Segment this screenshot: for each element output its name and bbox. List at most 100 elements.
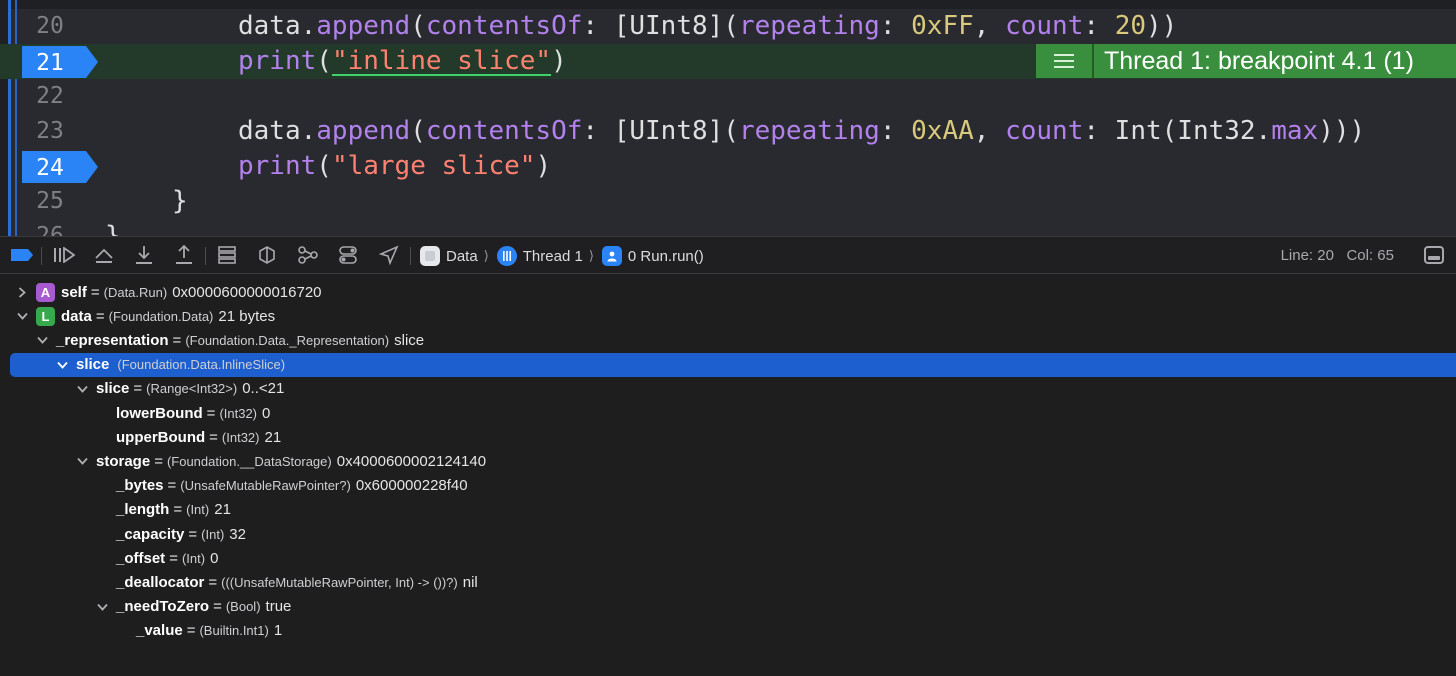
variable-row[interactable]: Aself = (Data.Run) 0x0000600000016720 <box>10 280 1454 304</box>
variable-row[interactable]: _offset = (Int) 0 <box>10 546 1456 570</box>
variable-value: 0..<21 <box>242 380 285 398</box>
variable-row[interactable]: lowerBound = (Int32) 0 <box>10 401 1456 425</box>
code-text: data.append(contentsOf: [UInt8](repeatin… <box>238 11 1177 41</box>
continue-icon[interactable] <box>52 244 76 266</box>
variable-row[interactable]: _representation = (Foundation.Data._Repres… <box>10 328 1456 352</box>
variable-type: (Foundation.__DataStorage) <box>166 453 332 469</box>
line-number: 25 <box>36 188 64 214</box>
variable-name: storage <box>96 452 151 470</box>
debug-view-hierarchy-icon[interactable] <box>215 244 239 266</box>
variable-value: 0 <box>210 549 219 567</box>
variable-name: _needToZero <box>116 598 210 616</box>
code-token: )) <box>1146 11 1178 41</box>
variable-row[interactable]: _length = (Int) 21 <box>10 498 1456 522</box>
code-line[interactable]: 22 <box>0 79 1456 114</box>
variable-type: (Int) <box>201 526 225 542</box>
line-number: 24 <box>36 155 64 181</box>
code-token: repeating <box>738 11 880 41</box>
variable-row[interactable]: _capacity = (Int) 32 <box>10 522 1456 546</box>
code-token: "large slice" <box>331 151 536 181</box>
code-token: ) <box>551 46 567 76</box>
variable-row[interactable]: _value = (Builtin.Int1) 1 <box>10 619 1456 643</box>
disclosure-down-icon[interactable] <box>16 312 28 321</box>
debug-bar: Data ⟩ Thread 1 ⟩ 0 Run.run() Line: 20 C… <box>0 236 1456 274</box>
variables-view[interactable]: Aself = (Data.Run) 0x0000600000016720 Ldata =… <box>0 274 1456 676</box>
code-token: } <box>105 221 121 236</box>
code-editor[interactable]: 20 data.append(contentsOf: [UInt8](repeat… <box>0 0 1456 236</box>
disclosure-down-icon[interactable] <box>36 336 48 345</box>
variable-row[interactable]: _needToZero = (Bool) true <box>10 595 1456 619</box>
variable-value: 21 <box>264 428 282 446</box>
code-line[interactable]: 25} <box>0 184 1456 219</box>
variable-value: 0 <box>262 404 271 422</box>
editor-top-strip <box>0 0 1456 9</box>
step-over-icon[interactable] <box>92 244 116 266</box>
breakpoint-banner[interactable]: Thread 1: breakpoint 4.1 (1) <box>1036 44 1456 78</box>
location-arrow-icon[interactable] <box>377 244 401 266</box>
line-label: Line: 20 <box>1280 247 1334 264</box>
disclosure-right-icon[interactable] <box>16 286 28 298</box>
simulate-location-icon[interactable] <box>336 244 360 266</box>
thread-icon <box>496 246 517 266</box>
variable-row[interactable]: _bytes = (UnsafeMutableRawPointer?) 0x60000… <box>10 474 1456 498</box>
variable-value: slice <box>394 331 425 349</box>
disclosure-down-icon[interactable] <box>56 361 68 369</box>
line-number: 23 <box>36 118 64 144</box>
code-text: print("inline slice") <box>238 46 567 76</box>
debug-memory-graph-icon[interactable] <box>255 244 279 266</box>
code-token: 20 <box>1114 11 1146 41</box>
code-line[interactable]: 26} <box>0 219 1456 236</box>
variable-row[interactable]: _deallocator = (((UnsafeMutableRawPointer,… <box>10 570 1456 594</box>
variable-row[interactable]: slice (Foundation.Data.InlineSlice) <box>10 352 1456 377</box>
disclosure-down-icon[interactable] <box>76 385 88 393</box>
breadcrumb-frame[interactable]: 0 Run.run() <box>628 248 704 265</box>
disclosure-down-icon[interactable] <box>96 603 108 611</box>
variable-value: nil <box>462 573 478 591</box>
col-label: Col: 65 <box>1346 247 1394 264</box>
code-token: contentsOf <box>425 11 583 41</box>
banner-menu-icon[interactable] <box>1036 44 1094 78</box>
code-token: } <box>172 186 188 216</box>
line-number: 26 <box>36 223 64 236</box>
variable-row[interactable]: storage = (Foundation.__DataStorage) 0x4000… <box>10 449 1456 473</box>
variable-type: (Range<Int32>) <box>146 381 238 397</box>
code-token: append <box>316 11 411 41</box>
code-token: append <box>316 116 411 146</box>
variable-name: _bytes <box>116 477 164 495</box>
environment-overrides-icon[interactable] <box>296 244 320 266</box>
breadcrumb[interactable]: Data ⟩ Thread 1 ⟩ 0 Run.run() <box>420 245 704 267</box>
code-token: "inline slice" <box>331 46 552 76</box>
equals-sign: = <box>186 622 196 640</box>
code-token: ( <box>316 46 332 76</box>
line-number: 21 <box>36 50 64 76</box>
code-line[interactable]: 23 data.append(contentsOf: [UInt8](repeat… <box>0 114 1456 149</box>
code-token: print <box>238 151 317 181</box>
toggle-breakpoints-icon[interactable] <box>10 244 34 266</box>
panel-toggle-icon[interactable] <box>1424 246 1444 264</box>
variable-row[interactable]: slice = (Range<Int32>) 0..<21 <box>10 377 1456 401</box>
step-into-icon[interactable] <box>132 244 156 266</box>
variable-value: 1 <box>273 622 283 640</box>
code-token: ) <box>535 151 552 181</box>
variable-name: _deallocator <box>116 573 205 591</box>
breakpoint-banner-label: Thread 1: breakpoint 4.1 (1) <box>1104 46 1414 75</box>
variable-name: slice <box>76 356 110 374</box>
variable-name: data <box>61 307 92 325</box>
breadcrumb-target[interactable]: Data <box>446 248 478 265</box>
code-token: : <box>1083 11 1115 41</box>
code-line[interactable]: 20 data.append(contentsOf: [UInt8](repeat… <box>0 9 1456 44</box>
variable-type: (Int) <box>181 550 206 566</box>
code-token: repeating <box>738 116 880 146</box>
variable-row[interactable]: upperBound = (Int32) 21 <box>10 425 1456 449</box>
equals-sign: = <box>90 283 100 301</box>
breadcrumb-thread[interactable]: Thread 1 <box>523 248 583 265</box>
code-token: contentsOf <box>425 116 583 146</box>
separator <box>205 247 206 265</box>
code-line[interactable]: 24 print("large slice") <box>0 149 1456 184</box>
code-text: } <box>105 221 121 236</box>
code-token: ))) <box>1318 116 1381 146</box>
variable-row[interactable]: Ldata = (Foundation.Data) 21 bytes <box>10 304 1454 328</box>
step-out-icon[interactable] <box>172 244 196 266</box>
code-token: , <box>973 11 1006 41</box>
disclosure-down-icon[interactable] <box>76 457 88 466</box>
